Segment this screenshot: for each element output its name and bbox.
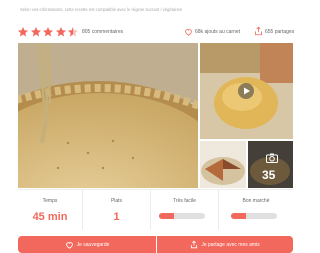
save-button[interactable]: Je sauvegarde <box>18 236 156 253</box>
star-rating <box>17 26 79 38</box>
stat-time-label: Temps <box>42 198 58 204</box>
difficulty-meter <box>159 213 205 219</box>
stat-dish: Plats 1 <box>82 190 150 230</box>
cost-meter <box>231 213 277 219</box>
star-icon <box>18 27 28 37</box>
more-photos-count: 35 <box>262 168 276 182</box>
rating-row: 805 commentaires 68k ajouts au carnet 65… <box>17 26 294 38</box>
share-button-label: Je partage avec mes amis <box>201 241 260 248</box>
share-icon[interactable] <box>254 26 263 36</box>
main-recipe-photo[interactable] <box>18 43 198 188</box>
star-icon <box>30 27 41 37</box>
cost-meter-fill <box>231 213 247 219</box>
shares-count[interactable]: 655 partages <box>265 29 294 35</box>
share-icon <box>191 240 198 249</box>
video-play-button[interactable] <box>238 83 254 99</box>
tart-crust-image <box>18 43 198 188</box>
reviews-count[interactable]: 805 commentaires <box>82 29 123 35</box>
star-icon <box>55 27 66 37</box>
stat-difficulty-label: Très facile <box>173 198 196 204</box>
star-icon <box>43 27 53 37</box>
stat-dish-value: 1 <box>113 211 120 223</box>
pie-slices-image <box>200 141 246 188</box>
half-star-icon <box>68 27 78 37</box>
save-button-label: Je sauvegarde <box>76 241 110 248</box>
recipe-stats: Temps 45 min Plats 1 Très facile Bon mar… <box>18 189 293 230</box>
favorites-count[interactable]: 68k ajouts au carnet <box>195 29 240 35</box>
photo-gallery: 35 <box>18 43 293 188</box>
stat-cost-label: Bon marché <box>242 198 270 204</box>
heart-icon <box>65 241 73 249</box>
thumbnail-photo[interactable] <box>200 141 246 188</box>
difficulty-meter-fill <box>159 213 175 219</box>
share-button[interactable]: Je partage avec mes amis <box>157 236 293 253</box>
stat-time: Temps 45 min <box>18 190 82 230</box>
stat-time-value: 45 min <box>32 211 68 223</box>
stat-difficulty: Très facile <box>150 190 218 230</box>
stat-dish-label: Plats <box>110 198 123 204</box>
camera-icon <box>266 153 278 163</box>
diet-notice: Selon vos informations, cette recette es… <box>20 7 183 12</box>
play-icon <box>244 87 250 95</box>
action-buttons: Je sauvegarde Je partage avec mes amis <box>18 236 293 253</box>
heart-icon[interactable] <box>184 28 193 36</box>
stat-cost: Bon marché <box>218 190 293 230</box>
